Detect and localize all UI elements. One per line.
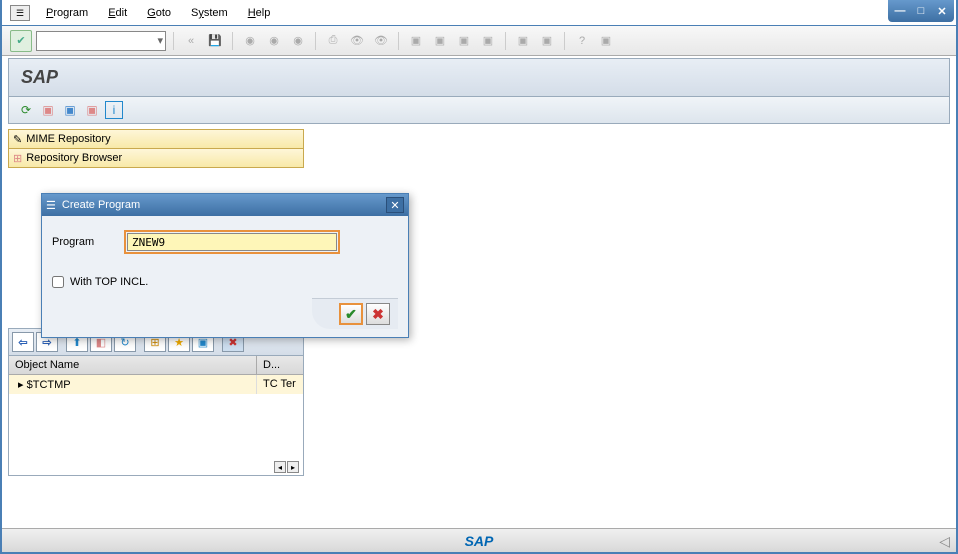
info-icon[interactable]: i bbox=[105, 101, 123, 119]
tree-row[interactable]: ▸ $TCTMP TC Ter bbox=[9, 375, 303, 394]
mime-repository-panel[interactable]: ✎ MIME Repository bbox=[8, 129, 304, 149]
statusbar: SAP ◁ bbox=[2, 528, 956, 552]
maximize-button[interactable]: □ bbox=[911, 2, 931, 20]
dialog-close-button[interactable]: ✕ bbox=[386, 197, 404, 213]
page-title: SAP bbox=[21, 67, 937, 88]
menu-goto[interactable]: Goto bbox=[137, 5, 181, 21]
menu-program[interactable]: Program bbox=[36, 5, 98, 21]
toolbar-icon[interactable]: ▣ bbox=[478, 31, 498, 51]
program-label: Program bbox=[52, 236, 106, 248]
tree-scrollbar[interactable]: ◂ ▸ bbox=[274, 461, 299, 473]
toolbar-icon[interactable]: ◉ bbox=[264, 31, 284, 51]
toolbar-icon[interactable]: ▣ bbox=[83, 101, 101, 119]
program-input[interactable] bbox=[127, 233, 337, 251]
toolbar-icon[interactable]: ◉ bbox=[288, 31, 308, 51]
copy-icon[interactable]: ▣ bbox=[39, 101, 57, 119]
main-toolbar: ✔ « 💾 ◉ ◉ ◉ ⎙ 👁 👁 ▣ ▣ ▣ ▣ ▣ ▣ ? ▣ bbox=[2, 26, 956, 56]
toolbar-icon[interactable]: ▣ bbox=[454, 31, 474, 51]
dialog-footer: ✔ ✖ bbox=[312, 298, 398, 329]
panel-label: MIME Repository bbox=[26, 133, 110, 145]
col-object-name[interactable]: Object Name bbox=[9, 356, 257, 374]
toolbar-icon[interactable]: ◉ bbox=[240, 31, 260, 51]
toolbar-icon[interactable]: ▣ bbox=[430, 31, 450, 51]
tree-item-name: ▸ $TCTMP bbox=[9, 375, 257, 394]
titlebar: ☰ Program Edit Goto System Help — □ ✕ bbox=[2, 0, 956, 26]
close-button[interactable]: ✕ bbox=[932, 2, 952, 20]
scroll-left-icon[interactable]: ◂ bbox=[274, 461, 286, 473]
activate-icon[interactable]: ▣ bbox=[61, 101, 79, 119]
nav-back-button[interactable]: ⇦ bbox=[12, 332, 34, 352]
dialog-ok-button[interactable]: ✔ bbox=[339, 303, 363, 325]
title-area: SAP bbox=[8, 58, 950, 97]
tree-icon: ⊞ bbox=[13, 152, 22, 165]
enter-button[interactable]: ✔ bbox=[10, 30, 32, 52]
program-field-row: Program bbox=[52, 230, 398, 254]
find-icon[interactable]: 👁 bbox=[347, 31, 367, 51]
panel-label: Repository Browser bbox=[26, 152, 122, 164]
toolbar-back-icon[interactable]: « bbox=[181, 31, 201, 51]
window-controls: — □ ✕ bbox=[888, 0, 954, 22]
menu-edit[interactable]: Edit bbox=[98, 5, 137, 21]
tree-header: Object Name D... bbox=[9, 356, 303, 375]
top-incl-label: With TOP INCL. bbox=[70, 276, 148, 288]
dialog-icon: ☰ bbox=[46, 199, 56, 212]
create-program-dialog: ☰ Create Program ✕ Program With TOP INCL… bbox=[41, 193, 409, 338]
menubar: ☰ Program Edit Goto System Help bbox=[2, 3, 280, 23]
sap-logo: SAP bbox=[465, 533, 494, 549]
menu-system[interactable]: System bbox=[181, 5, 238, 21]
toolbar-icon[interactable]: ▣ bbox=[537, 31, 557, 51]
find-next-icon[interactable]: 👁 bbox=[371, 31, 391, 51]
program-input-highlight bbox=[124, 230, 340, 254]
command-field[interactable] bbox=[36, 31, 166, 51]
col-description[interactable]: D... bbox=[257, 356, 303, 374]
print-icon[interactable]: ⎙ bbox=[323, 31, 343, 51]
toolbar-icon[interactable]: ▣ bbox=[406, 31, 426, 51]
menu-help[interactable]: Help bbox=[238, 5, 281, 21]
dialog-titlebar: ☰ Create Program ✕ bbox=[42, 194, 408, 216]
top-incl-row: With TOP INCL. bbox=[52, 276, 398, 288]
tree-item-desc: TC Ter bbox=[257, 375, 303, 394]
repository-browser-panel[interactable]: ⊞ Repository Browser bbox=[8, 148, 304, 168]
toolbar-icon[interactable]: ▣ bbox=[513, 31, 533, 51]
minimize-button[interactable]: — bbox=[890, 2, 910, 20]
scroll-right-icon[interactable]: ▸ bbox=[287, 461, 299, 473]
menu-icon[interactable]: ☰ bbox=[10, 5, 30, 21]
dialog-body: Program With TOP INCL. ✔ ✖ bbox=[42, 216, 408, 337]
help-icon[interactable]: ? bbox=[572, 31, 592, 51]
save-icon[interactable]: 💾 bbox=[205, 31, 225, 51]
dialog-title-text: Create Program bbox=[62, 199, 140, 211]
top-incl-checkbox[interactable] bbox=[52, 276, 64, 288]
toolbar-icon[interactable]: ▣ bbox=[596, 31, 616, 51]
app-toolbar: ⟳ ▣ ▣ ▣ i bbox=[8, 97, 950, 124]
check-icon[interactable]: ⟳ bbox=[17, 101, 35, 119]
resize-grip-icon[interactable]: ◁ bbox=[939, 533, 950, 550]
object-tree: Object Name D... ▸ $TCTMP TC Ter ◂ ▸ bbox=[8, 356, 304, 476]
dialog-cancel-button[interactable]: ✖ bbox=[366, 303, 390, 325]
edit-icon: ✎ bbox=[13, 133, 22, 146]
